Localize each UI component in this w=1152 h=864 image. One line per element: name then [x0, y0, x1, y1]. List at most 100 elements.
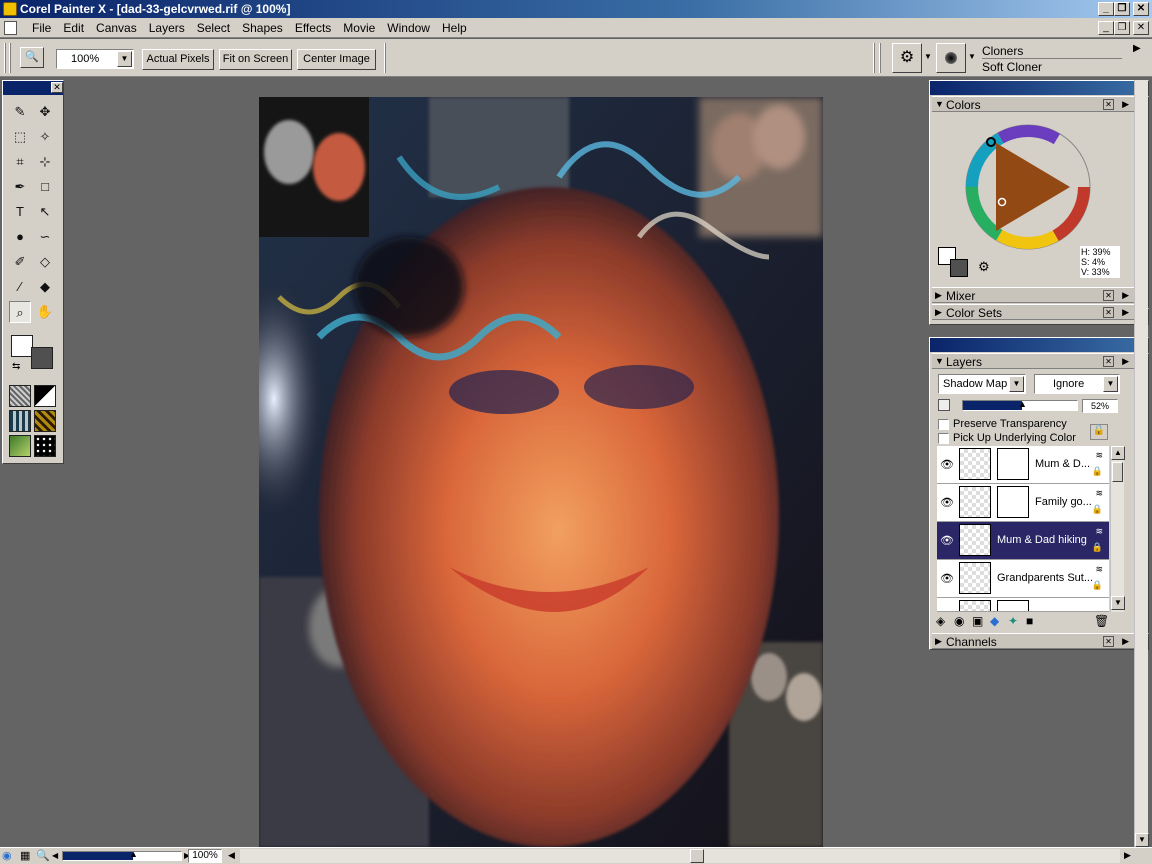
magic-wand-icon[interactable]: ✧: [34, 126, 56, 148]
layer-mask-icon[interactable]: ▣: [972, 614, 983, 628]
rectangular-selection-icon[interactable]: ⬚: [9, 126, 31, 148]
actual-pixels-button[interactable]: Actual Pixels: [142, 49, 214, 70]
eye-icon[interactable]: 👁: [939, 458, 955, 471]
close-button[interactable]: ✕: [1133, 2, 1149, 16]
looks-selector[interactable]: [34, 435, 56, 457]
expand-icon[interactable]: ▶: [935, 636, 942, 647]
canvas-vertical-scrollbar[interactable]: ▼: [1134, 80, 1149, 847]
grabber-icon[interactable]: ✋: [34, 301, 56, 323]
layer-dynamics-icon[interactable]: ◈: [936, 614, 945, 628]
restore-button[interactable]: ❐: [1114, 2, 1130, 16]
lock-icon[interactable]: 🔒: [1092, 466, 1103, 477]
grip[interactable]: [9, 43, 11, 73]
close-icon[interactable]: ✕: [51, 82, 63, 93]
opacity-slider[interactable]: ▲: [962, 399, 1078, 411]
scroll-right-icon[interactable]: ▶: [1124, 850, 1131, 861]
dodge-icon[interactable]: ●: [9, 226, 31, 248]
mixer-section-header[interactable]: ▶ Mixer ✕ ▶: [932, 287, 1134, 303]
paint-bucket-icon[interactable]: ◆: [34, 276, 56, 298]
new-watercolor-icon[interactable]: ✦: [1008, 614, 1018, 628]
panel-group-header[interactable]: [930, 81, 1148, 95]
color-sets-section-header[interactable]: ▶ Color Sets ✕ ▶: [932, 304, 1134, 320]
additional-color-swatch[interactable]: [31, 347, 53, 369]
brush-icon[interactable]: ✎: [9, 101, 31, 123]
dropper-icon[interactable]: ⁄: [9, 276, 31, 298]
chevron-down-icon[interactable]: ▼: [924, 52, 932, 61]
scroll-thumb[interactable]: [690, 849, 704, 863]
chevron-right-icon[interactable]: ▶: [1122, 307, 1129, 318]
cloner-icon[interactable]: ✐: [9, 251, 31, 273]
chevron-down-icon[interactable]: ▼: [1103, 376, 1118, 392]
menu-item-window[interactable]: Window: [381, 21, 436, 35]
eye-icon[interactable]: 👁: [939, 534, 955, 547]
scroll-left-icon[interactable]: ◀: [228, 850, 235, 861]
chevron-right-icon[interactable]: ▶: [1122, 356, 1129, 367]
additional-color-swatch[interactable]: [950, 259, 968, 277]
zoom-slider[interactable]: ▲: [62, 849, 182, 861]
text-icon[interactable]: T: [9, 201, 31, 223]
opacity-value[interactable]: 52%: [1082, 399, 1118, 413]
rectangle-shape-icon[interactable]: □: [34, 176, 56, 198]
grip[interactable]: [4, 43, 6, 73]
collapse-icon[interactable]: ▼: [935, 356, 944, 366]
menu-item-shapes[interactable]: Shapes: [236, 21, 289, 35]
doc-restore-button[interactable]: ❐: [1114, 21, 1130, 35]
chevron-right-icon[interactable]: ▶: [1122, 636, 1129, 647]
layer-row[interactable]: 👁 Grandparents Sut... ≋ 🔒: [937, 560, 1109, 598]
close-icon[interactable]: ✕: [1103, 356, 1114, 367]
brush-category-icon[interactable]: ⚙: [892, 43, 922, 73]
opacity-thumb[interactable]: ▲: [1018, 399, 1027, 409]
composite-depth-select[interactable]: Ignore ▼: [1034, 374, 1120, 394]
pattern-selector[interactable]: [9, 410, 31, 432]
magnifier-icon[interactable]: ⌕: [9, 301, 31, 323]
magnifier-icon[interactable]: 🔍: [20, 47, 44, 68]
chevron-right-icon[interactable]: ▶: [1133, 43, 1141, 54]
paper-selector[interactable]: [9, 385, 31, 407]
scroll-down-icon[interactable]: ▼: [1135, 833, 1149, 847]
swap-colors-icon[interactable]: ⇆: [12, 361, 20, 372]
document-icon[interactable]: [4, 21, 17, 35]
menu-item-help[interactable]: Help: [436, 21, 473, 35]
scroll-thumb[interactable]: [1112, 462, 1123, 482]
layers-scrollbar[interactable]: ▲ ▼: [1110, 446, 1125, 612]
layer-row[interactable]: 👁 Mum & Dad hiking ≋ 🔒: [937, 522, 1109, 560]
close-icon[interactable]: ✕: [1103, 307, 1114, 318]
fit-on-screen-button[interactable]: Fit on Screen: [219, 49, 292, 70]
menu-item-edit[interactable]: Edit: [57, 21, 90, 35]
shape-selection-icon[interactable]: ↖: [34, 201, 56, 223]
close-icon[interactable]: ✕: [1103, 636, 1114, 647]
zoom-select[interactable]: 100% ▼: [56, 49, 134, 69]
grabber-icon[interactable]: ▦: [20, 849, 30, 862]
grip[interactable]: [879, 43, 881, 73]
eraser-icon[interactable]: ◇: [34, 251, 56, 273]
layer-row-partial[interactable]: [937, 598, 1109, 612]
main-color-swatch[interactable]: [11, 335, 33, 357]
menu-item-movie[interactable]: Movie: [337, 21, 381, 35]
status-zoom-value[interactable]: 100%: [188, 849, 222, 863]
scroll-up-icon[interactable]: ▲: [1111, 446, 1125, 460]
new-liquid-ink-icon[interactable]: ■: [1026, 614, 1033, 628]
eye-icon[interactable]: 👁: [939, 496, 955, 509]
doc-close-button[interactable]: ✕: [1133, 21, 1149, 35]
layer-row[interactable]: 👁 Family go... ≋ 🔒: [937, 484, 1109, 522]
pen-icon[interactable]: ✒: [9, 176, 31, 198]
zoom-thumb[interactable]: ▲: [129, 849, 138, 859]
canvas-horizontal-scrollbar[interactable]: [240, 849, 1120, 863]
clone-color-icon[interactable]: ⚙: [978, 259, 990, 275]
menu-item-layers[interactable]: Layers: [143, 21, 191, 35]
colors-section-header[interactable]: ▼ Colors ✕ ▶: [932, 96, 1134, 112]
scroll-down-icon[interactable]: ▼: [1111, 596, 1125, 610]
color-wheel[interactable]: [958, 117, 1098, 257]
close-icon[interactable]: ✕: [1103, 99, 1114, 110]
grip[interactable]: [873, 43, 875, 73]
new-layer-group-icon[interactable]: ◉: [954, 614, 964, 628]
eye-icon[interactable]: 👁: [939, 572, 955, 585]
chevron-right-icon[interactable]: ▶: [1122, 290, 1129, 301]
expand-icon[interactable]: ▶: [935, 290, 942, 301]
transform-icon[interactable]: ⊹: [34, 151, 56, 173]
layer-row[interactable]: 👁 Mum & D... ≋ 🔒: [937, 446, 1109, 484]
zoom-icon[interactable]: 🔍: [36, 849, 50, 862]
new-layer-icon[interactable]: ◆: [990, 614, 999, 628]
brush-variant-icon[interactable]: [936, 43, 966, 73]
lasso-icon[interactable]: ∽: [34, 226, 56, 248]
